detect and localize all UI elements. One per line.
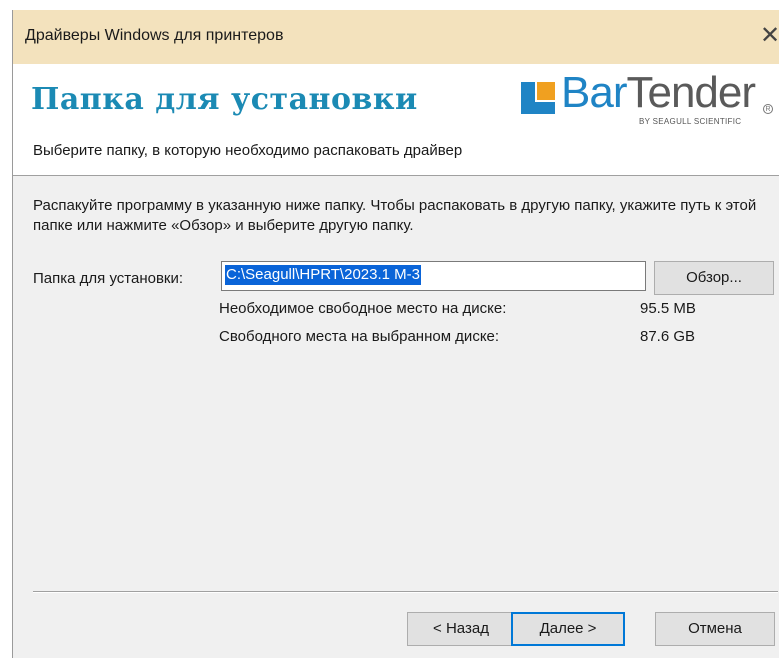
window-title: Драйверы Windows для принтеров bbox=[25, 27, 284, 44]
logo-text-bar: Bar bbox=[561, 68, 627, 117]
footer-divider bbox=[33, 591, 778, 593]
logo-text-tender: Tender bbox=[626, 68, 756, 117]
close-icon[interactable]: ✕ bbox=[760, 18, 779, 54]
logo-wordmark: BarTender bbox=[561, 68, 756, 118]
page-title: Папка для установки bbox=[31, 82, 418, 117]
required-space-label: Необходимое свободное место на диске: bbox=[219, 300, 507, 317]
required-space-value: 95.5 MB bbox=[640, 300, 696, 317]
next-button[interactable]: Далее > bbox=[511, 612, 625, 646]
instructions-text: Распакуйте программу в указанную ниже па… bbox=[33, 197, 757, 234]
bartender-logo: BarTender R BY SEAGULL SCIENTIFIC bbox=[517, 68, 779, 130]
page-subtitle: Выберите папку, в которую необходимо рас… bbox=[33, 142, 463, 159]
browse-button[interactable]: Обзор... bbox=[654, 261, 774, 295]
registered-mark: R bbox=[763, 104, 773, 114]
bartender-logo-mark-icon bbox=[521, 82, 555, 114]
installer-window: Драйверы Windows для принтеров ✕ Папка д… bbox=[12, 10, 779, 658]
back-button[interactable]: < Назад bbox=[407, 612, 515, 646]
available-space-label: Свободного места на выбранном диске: bbox=[219, 328, 500, 345]
wizard-header: Папка для установки Выберите папку, в ко… bbox=[13, 64, 779, 176]
logo-tagline: BY SEAGULL SCIENTIFIC bbox=[639, 117, 742, 126]
title-bar: Драйверы Windows для принтеров ✕ bbox=[13, 10, 779, 64]
install-folder-input[interactable]: C:\Seagull\HPRT\2023.1 M-3 bbox=[221, 261, 646, 291]
cancel-button[interactable]: Отмена bbox=[655, 612, 775, 646]
install-folder-value: C:\Seagull\HPRT\2023.1 M-3 bbox=[225, 265, 421, 285]
folder-label: Папка для установки: bbox=[33, 270, 184, 287]
available-space-value: 87.6 GB bbox=[640, 328, 696, 345]
